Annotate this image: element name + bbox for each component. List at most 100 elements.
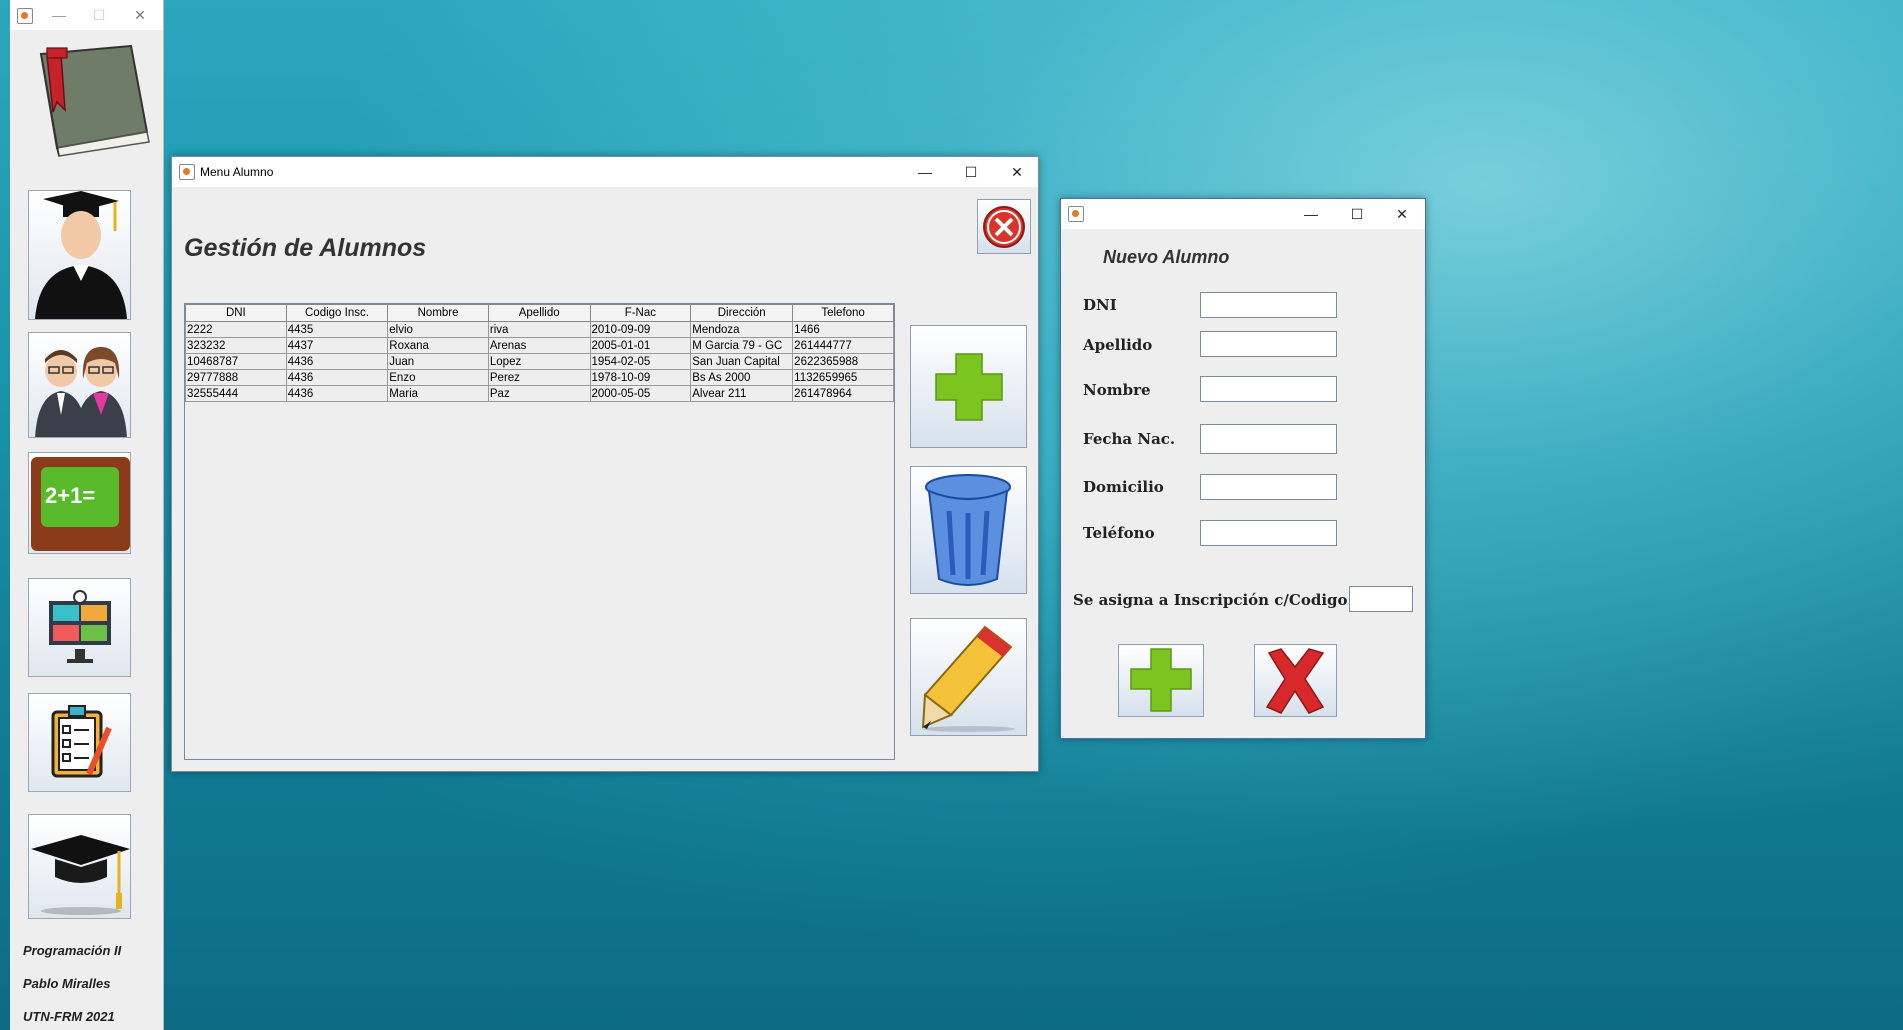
minimize-button[interactable]: — [40, 0, 78, 30]
fecha-nac-field[interactable] [1200, 424, 1337, 454]
table-cell: riva [487, 321, 591, 338]
table-cell: San Juan Capital [690, 353, 794, 370]
table-cell: Bs As 2000 [690, 369, 794, 386]
cancel-icon [1255, 645, 1336, 721]
telefono-field[interactable] [1200, 520, 1337, 546]
column-header[interactable]: Dirección [690, 304, 794, 322]
footer-author: Pablo Miralles [23, 976, 111, 991]
codigo-label: Se asigna a Inscripción c/Codigo: [1073, 591, 1354, 609]
column-header[interactable]: Telefono [792, 304, 894, 322]
table-cell: Arenas [487, 337, 591, 354]
column-header[interactable]: Nombre [387, 304, 489, 322]
table-cell: Lopez [487, 353, 591, 370]
close-button[interactable]: ✕ [994, 157, 1040, 187]
column-header[interactable]: F-Nac [589, 304, 692, 322]
classroom-network-icon [29, 579, 130, 676]
table-cell: 32555444 [185, 385, 287, 402]
table-cell: 2622365988 [792, 353, 894, 370]
main-menu-window: — ☐ ✕ 2+1= Programación II Pablo Miralle… [10, 0, 164, 1030]
table-row[interactable]: 32555444 4436 Maria Paz 2000-05-05 Alvea… [185, 385, 894, 402]
nombre-label: Nombre [1083, 381, 1151, 399]
table-cell: Juan [387, 353, 489, 370]
maximize-button[interactable]: ☐ [948, 157, 994, 187]
cancel-alumno-button[interactable] [1254, 644, 1337, 717]
svg-text:2+1=: 2+1= [45, 483, 95, 508]
graduate-icon [29, 191, 130, 319]
table-cell: 4436 [285, 385, 389, 402]
column-header[interactable]: Codigo Insc. [285, 304, 389, 322]
table-cell: 4435 [285, 321, 389, 338]
table-cell: Perez [487, 369, 591, 386]
table-cell: 261478964 [792, 385, 894, 402]
math-board-icon: 2+1= [29, 453, 130, 553]
table-cell: Roxana [387, 337, 489, 354]
title-bar: — ☐ ✕ [10, 0, 163, 30]
edit-alumno-button[interactable] [910, 618, 1027, 736]
pencil-icon [911, 619, 1026, 740]
title-bar: — ☐ ✕ [1061, 199, 1425, 229]
fecha-nac-label: Fecha Nac. [1083, 430, 1176, 448]
table-cell: 10468787 [185, 353, 287, 370]
table-header-row: DNI Codigo Insc. Nombre Apellido F-Nac D… [185, 304, 894, 322]
table-cell: 4436 [285, 369, 389, 386]
book-icon [27, 40, 153, 158]
java-icon [1068, 206, 1084, 222]
dni-field[interactable] [1200, 292, 1337, 318]
table-cell: elvio [387, 321, 489, 338]
table-cell: 1466 [792, 321, 894, 338]
graduacion-menu-button[interactable] [28, 814, 131, 919]
add-icon [911, 326, 1026, 452]
materias-menu-button[interactable]: 2+1= [28, 452, 131, 554]
table-cell: Enzo [387, 369, 489, 386]
table-row[interactable]: 323232 4437 Roxana Arenas 2005-01-01 M G… [185, 337, 894, 354]
alumnos-table-scroll[interactable]: DNI Codigo Insc. Nombre Apellido F-Nac D… [184, 303, 895, 760]
close-button[interactable]: ✕ [1379, 199, 1425, 229]
table-row[interactable]: 10468787 4436 Juan Lopez 1954-02-05 San … [185, 353, 894, 370]
table-cell: 2010-09-09 [589, 321, 692, 338]
table-cell: 323232 [185, 337, 287, 354]
alumnos-menu-button[interactable] [28, 190, 131, 320]
telefono-label: Teléfono [1083, 524, 1155, 542]
table-cell: Alvear 211 [690, 385, 794, 402]
domicilio-field[interactable] [1200, 474, 1337, 500]
nuevo-alumno-window: — ☐ ✕ Nuevo Alumno DNI Apellido Nombre F… [1060, 198, 1426, 739]
table-cell: 4437 [285, 337, 389, 354]
apellido-field[interactable] [1200, 331, 1337, 357]
page-title: Gestión de Alumnos [184, 234, 427, 262]
table-cell: 1978-10-09 [589, 369, 692, 386]
apellido-label: Apellido [1083, 336, 1153, 354]
close-button[interactable]: ✕ [120, 0, 160, 30]
column-header[interactable]: Apellido [487, 304, 591, 322]
notas-menu-button[interactable] [28, 693, 131, 792]
maximize-button[interactable]: ☐ [80, 0, 118, 30]
table-cell: 2222 [185, 321, 287, 338]
dni-label: DNI [1083, 296, 1117, 314]
delete-alumno-button[interactable] [910, 466, 1027, 594]
codigo-field[interactable] [1349, 586, 1413, 612]
table-cell: M Garcia 79 - GC [690, 337, 794, 354]
minimize-button[interactable]: — [1288, 199, 1334, 229]
close-icon [978, 200, 1030, 258]
profesores-menu-button[interactable] [28, 332, 131, 438]
alumnos-table: DNI Codigo Insc. Nombre Apellido F-Nac D… [185, 304, 894, 402]
table-row[interactable]: 29777888 4436 Enzo Perez 1978-10-09 Bs A… [185, 369, 894, 386]
column-header[interactable]: DNI [185, 304, 287, 322]
table-cell: Paz [487, 385, 591, 402]
add-alumno-button[interactable] [910, 325, 1027, 448]
maximize-button[interactable]: ☐ [1334, 199, 1380, 229]
save-alumno-button[interactable] [1118, 644, 1204, 717]
nombre-field[interactable] [1200, 376, 1337, 402]
minimize-button[interactable]: — [902, 157, 948, 187]
table-cell: 261444777 [792, 337, 894, 354]
table-cell: 29777888 [185, 369, 287, 386]
table-row[interactable]: 2222 4435 elvio riva 2010-09-09 Mendoza … [185, 321, 894, 338]
checklist-icon [29, 694, 130, 791]
exit-button[interactable] [977, 199, 1031, 254]
graduation-cap-icon [29, 815, 130, 918]
table-cell: Maria [387, 385, 489, 402]
table-cell: 1954-02-05 [589, 353, 692, 370]
domicilio-label: Domicilio [1083, 478, 1164, 496]
title-bar: Menu Alumno — ☐ ✕ [172, 157, 1038, 187]
inscripciones-menu-button[interactable] [28, 578, 131, 677]
add-icon [1119, 645, 1203, 721]
